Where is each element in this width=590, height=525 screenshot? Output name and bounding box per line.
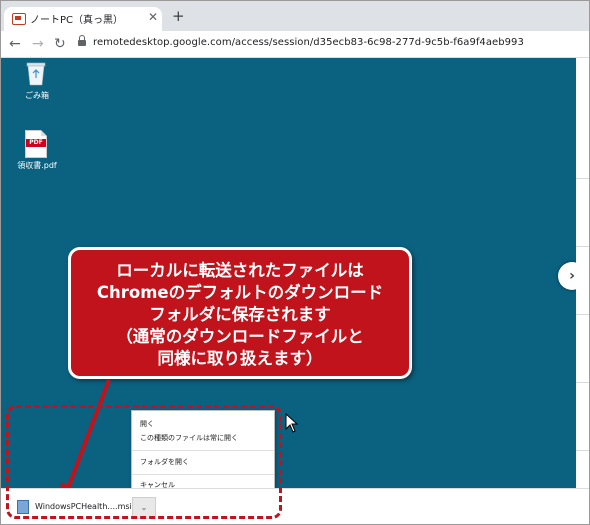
download-menu-chevron-icon[interactable]: ⌄ [132,497,156,519]
browser-window: ノートPC（真っ黒） ✕ + ← → ↻ remotedesktop.googl… [0,0,590,525]
download-shelf: WindowsPCHealth....msi ⌄ [1,488,589,524]
mouse-cursor-icon [285,413,299,433]
menu-item-open[interactable]: 開く [140,419,154,429]
menu-item-always-open[interactable]: この種類のファイルは常に開く [140,433,238,443]
annotation-arrow [59,379,111,501]
download-item[interactable]: WindowsPCHealth....msi ⌄ [15,494,157,520]
download-file-name: WindowsPCHealth....msi [35,502,132,511]
download-context-menu: 開く この種類のファイルは常に開く フォルダを開く キャンセル [131,410,275,496]
menu-item-show-in-folder[interactable]: フォルダを開く [140,457,189,467]
msi-file-icon [17,500,29,514]
